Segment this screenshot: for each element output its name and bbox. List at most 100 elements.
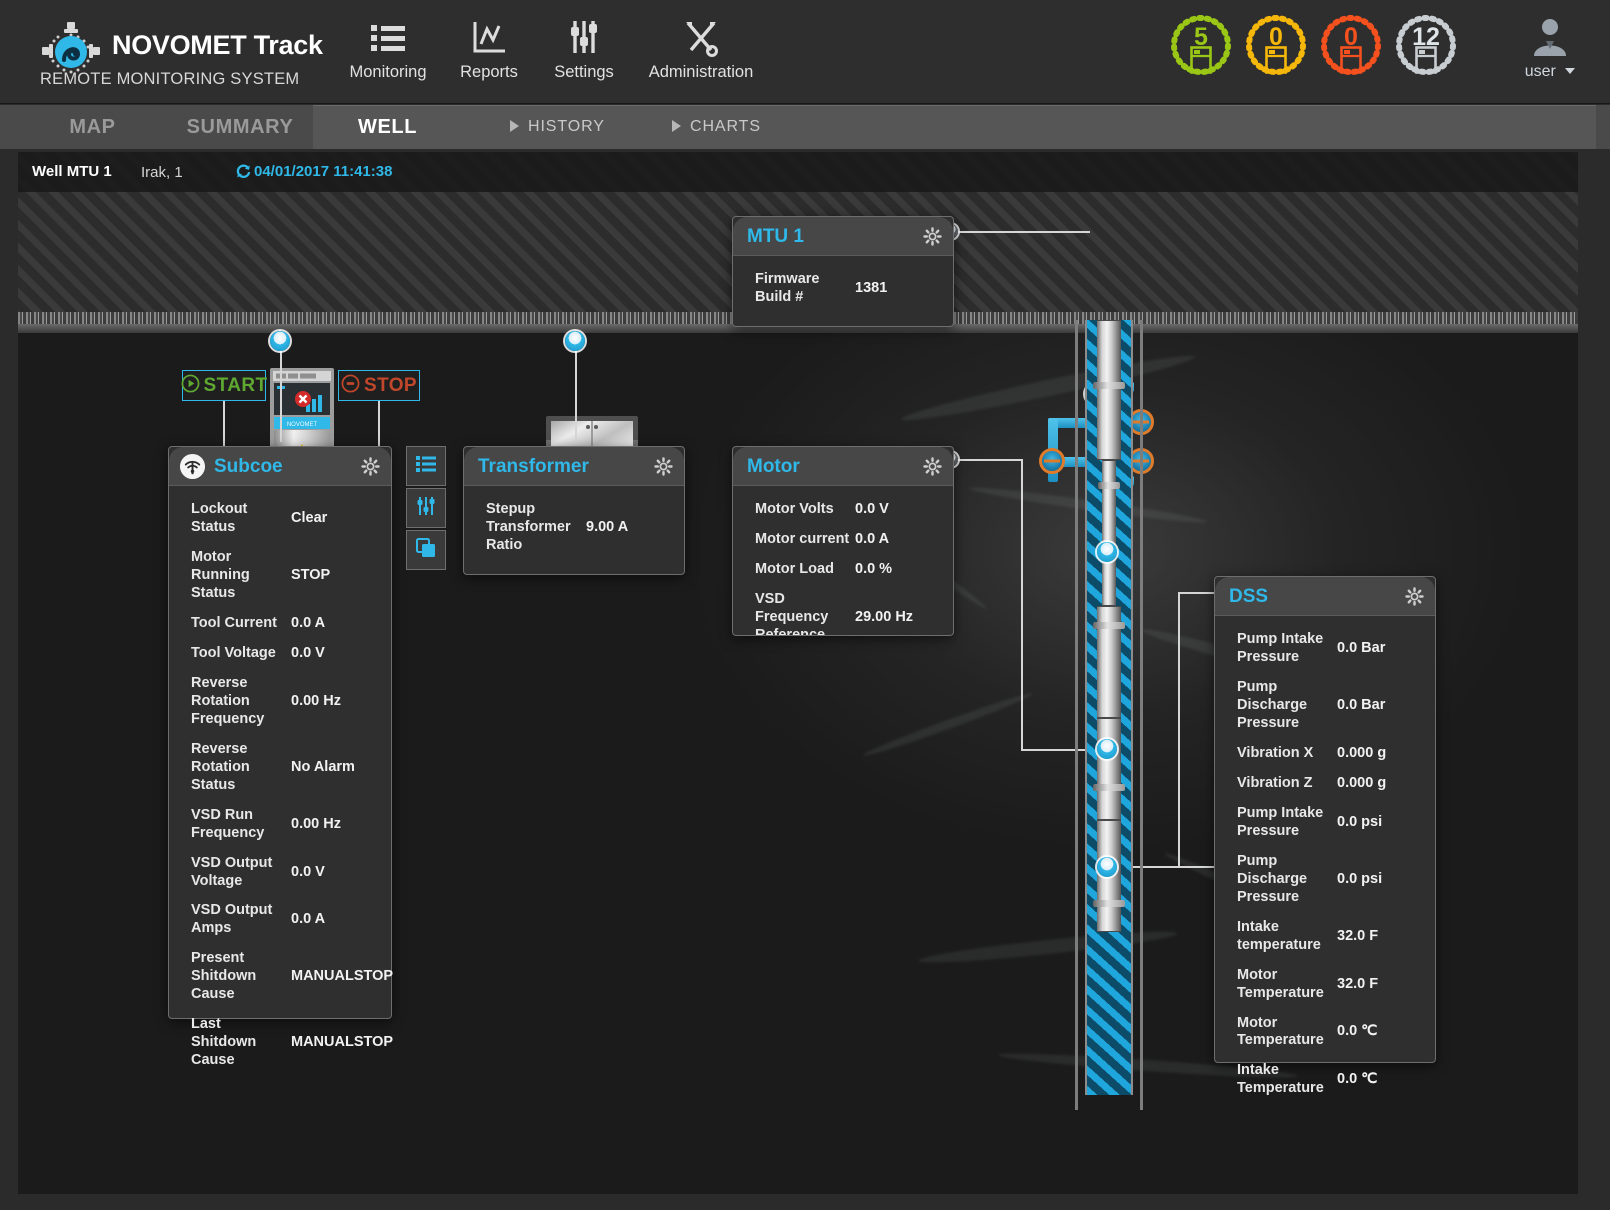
table-row: VSD Output Voltage 0.0 V [169,852,391,894]
gear-icon[interactable] [923,457,942,476]
user-menu[interactable]: user [1512,14,1588,81]
status-gauge-offline[interactable]: 12 [1393,12,1459,78]
stop-button[interactable]: STOP [338,370,420,401]
sliders-icon [545,18,623,58]
duplicate-button[interactable] [406,530,446,570]
table-row: Motor Running Status STOP [169,546,391,606]
nav-administration[interactable]: Administration [645,18,757,88]
row-label: Pump Intake Pressure [1237,631,1333,667]
gear-icon[interactable] [923,227,942,246]
sliders-icon [415,495,437,522]
tab-well[interactable]: WELL [330,105,445,149]
stop-button-label: STOP [364,375,417,397]
node-pump[interactable] [1097,542,1117,562]
row-label: Motor Volts [755,501,851,519]
row-label: VSD Frequency Reference [755,591,851,636]
casing-right [1140,320,1143,1110]
panel-subcoe-header: Subcoe [169,447,391,486]
panel-dss-header: DSS [1215,577,1435,616]
gear-icon[interactable] [1405,587,1424,606]
table-row: Motor Temperature 0.0 ℃ [1215,1012,1435,1054]
row-value: 0.0 psi [1333,871,1382,889]
node-transformer[interactable] [565,331,585,351]
gear-icon[interactable] [654,457,673,476]
node-downhole-motor[interactable] [1097,739,1117,759]
node-vsd[interactable] [270,331,290,351]
gear-icon[interactable] [361,457,380,476]
tab-bar: MAP SUMMARY WELL HISTORY CHARTS [0,105,1610,149]
row-label: Stepup Transformer Ratio [486,501,582,555]
row-label: Pump Intake Pressure [1237,805,1333,841]
row-value: 0.0 ℃ [1333,1023,1377,1041]
subtab-history[interactable]: HISTORY [510,105,605,149]
panel-transformer: Transformer Stepup Transformer Ratio 9.0… [463,446,685,575]
status-gauge-alarm[interactable]: 0 [1318,12,1384,78]
panel-transformer-title: Transformer [478,456,589,478]
nav-reports-label: Reports [450,63,528,82]
row-label: Vibration X [1237,745,1333,763]
svg-text:NOVOMET: NOVOMET [287,422,318,428]
row-label: VSD Run Frequency [191,807,287,843]
panel-motor-title: Motor [747,456,800,478]
table-row: Motor Temperature 32.0 F [1215,964,1435,1006]
row-label: Reverse Rotation Frequency [191,675,287,729]
nav-settings[interactable]: Settings [545,18,623,88]
casing-left [1075,320,1078,1110]
tab-summary[interactable]: SUMMARY [165,105,315,149]
row-value: 0.0 Bar [1333,697,1385,715]
tab-map[interactable]: MAP [50,105,135,149]
subtab-history-label: HISTORY [528,118,605,135]
row-label: Last Shitdown Cause [191,1016,287,1070]
row-value: 0.0 % [851,561,892,579]
table-row: Tool Current 0.0 A [169,612,391,636]
brand-title: NOVOMET Track [112,30,323,61]
refresh-icon[interactable] [236,164,251,179]
node-sensor[interactable] [1097,857,1117,877]
well-name: Well MTU 1 [32,163,112,180]
list-view-button[interactable] [406,446,446,486]
table-row: VSD Frequency Reference 29.00 Hz [733,588,953,636]
table-row: Vibration X 0.000 g [1215,742,1435,766]
well-unit-icon-alarm [1340,46,1362,74]
start-button[interactable]: START [182,370,266,401]
status-gauge-ok[interactable]: 5 [1168,12,1234,78]
row-label: Reverse Rotation Status [191,741,287,795]
row-value: MANUALSTOP [287,1034,393,1052]
well-location: Irak, 1 [141,164,183,181]
row-value: 0.000 g [1333,775,1386,793]
status-gauge-warning[interactable]: 0 [1243,12,1309,78]
row-value: 0.00 Hz [287,816,341,834]
panel-transformer-header: Transformer [464,447,684,486]
table-row: Intake Temperature 0.0 ℃ [1215,1059,1435,1101]
table-row: Motor current 0.0 A [733,528,953,552]
row-label: Tool Voltage [191,645,287,663]
row-value: 32.0 F [1333,976,1378,994]
table-row: Last Shitdown Cause MANUALSTOP [169,1013,391,1073]
panel-dss-body: Pump Intake Pressure 0.0 Bar Pump Discha… [1215,616,1435,1117]
row-value: 29.00 Hz [851,609,913,627]
panel-motor: Motor Motor Volts 0.0 V Moto [732,446,954,636]
nav-monitoring[interactable]: Monitoring [348,18,428,88]
pump-collar [1093,382,1125,389]
app-header: NOVOMET Track REMOTE MONITORING SYSTEM M… [0,0,1610,104]
row-label: Pump Discharge Pressure [1237,853,1333,907]
row-value: 0.0 V [287,645,325,663]
row-label: Motor Temperature [1237,1015,1333,1051]
row-label: Vibration Z [1237,775,1333,793]
panel-motor-header: Motor [733,447,953,486]
list-icon [348,18,428,58]
row-value: MANUALSTOP [287,968,393,986]
subtab-charts[interactable]: CHARTS [672,105,761,149]
row-label: Pump Discharge Pressure [1237,679,1333,733]
row-value: STOP [287,567,330,585]
table-row: Firmware Build # 1381 [733,268,953,310]
pump-collar [1093,784,1125,791]
row-label: Motor Running Status [191,549,287,603]
table-row: Pump Discharge Pressure 0.0 psi [1215,850,1435,910]
nav-reports[interactable]: Reports [450,18,528,88]
parameters-button[interactable] [406,488,446,528]
row-label: Motor Temperature [1237,967,1333,1003]
row-label: VSD Output Voltage [191,855,287,891]
pump-collar [1093,900,1125,907]
table-row: Motor Volts 0.0 V [733,498,953,522]
